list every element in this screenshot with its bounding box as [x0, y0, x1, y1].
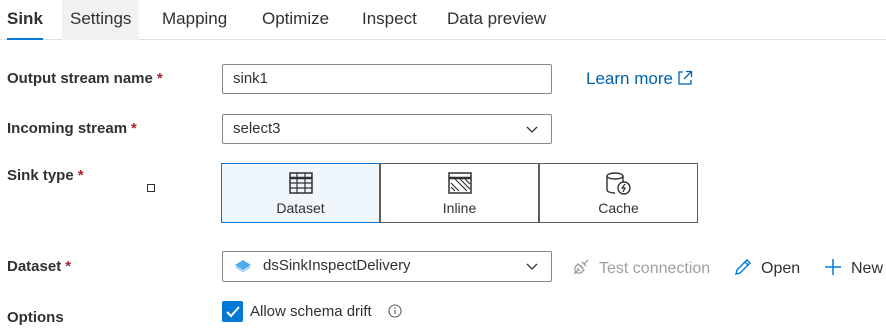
pencil-icon — [735, 259, 751, 275]
sink-type-cache-card[interactable]: Cache — [539, 163, 698, 223]
required-marker: * — [77, 167, 84, 184]
options-label: Options — [7, 309, 64, 326]
allow-schema-drift-label: Allow schema drift — [250, 303, 372, 320]
sink-type-dataset-label: Dataset — [276, 200, 325, 216]
output-stream-name-label: Output stream name * — [7, 70, 163, 87]
sink-type-dataset-card[interactable]: Dataset — [221, 163, 380, 223]
sink-type-cache-label: Cache — [598, 200, 639, 216]
output-stream-name-text: Output stream name — [7, 70, 153, 87]
info-icon[interactable] — [388, 304, 402, 318]
tab-optimize[interactable]: Optimize — [262, 0, 329, 40]
tab-inspect[interactable]: Inspect — [362, 0, 417, 40]
chevron-down-icon — [526, 263, 538, 270]
new-label: New — [851, 260, 884, 277]
learn-more-text: Learn more — [586, 69, 673, 88]
incoming-stream-label: Incoming stream * — [7, 120, 137, 137]
dataset-text: Dataset — [7, 258, 62, 275]
dataset-value: dsSinkInspectDelivery — [263, 257, 411, 274]
dataset-diamond-icon — [235, 260, 251, 272]
external-link-icon — [678, 70, 693, 85]
output-stream-name-input[interactable]: sink1 — [222, 64, 552, 94]
sink-type-selector: Dataset Inline Cache — [221, 163, 698, 223]
required-marker: * — [131, 120, 137, 137]
test-connection-label: Test connection — [599, 260, 711, 277]
tab-bar: Sink Settings Mapping Optimize Inspect D… — [0, 0, 886, 40]
plug-icon — [573, 259, 589, 275]
sink-type-inline-card[interactable]: Inline — [380, 163, 539, 223]
sink-type-label: Sink type * — [7, 167, 84, 184]
tab-sink[interactable]: Sink — [7, 0, 43, 40]
required-marker: * — [156, 70, 163, 87]
cache-icon-wrapper — [540, 172, 697, 196]
dataset-label: Dataset * — [7, 258, 71, 275]
chevron-down-icon — [526, 126, 538, 133]
sink-type-text: Sink type — [7, 167, 74, 184]
focus-square — [147, 184, 155, 192]
allow-schema-drift-checkbox[interactable] — [222, 301, 243, 322]
sink-type-inline-label: Inline — [442, 200, 477, 216]
checkmark-icon — [226, 306, 240, 318]
dataset-dropdown[interactable]: dsSinkInspectDelivery — [222, 251, 552, 282]
table-icon — [288, 172, 313, 194]
incoming-stream-dropdown[interactable]: select3 — [222, 114, 552, 144]
tab-data-preview[interactable]: Data preview — [447, 0, 546, 40]
incoming-stream-value: select3 — [233, 120, 281, 137]
inline-icon — [447, 172, 472, 194]
inline-icon-wrapper — [381, 172, 538, 196]
new-button[interactable]: New — [823, 257, 883, 278]
tab-mapping[interactable]: Mapping — [162, 0, 227, 40]
table-icon-wrapper — [222, 172, 379, 196]
cache-icon — [605, 172, 631, 195]
incoming-stream-text: Incoming stream — [7, 120, 128, 137]
open-button[interactable]: Open — [733, 257, 800, 278]
test-connection-button[interactable]: Test connection — [571, 257, 710, 278]
plus-icon — [825, 259, 841, 275]
learn-more-link[interactable]: Learn more — [586, 69, 693, 89]
tab-settings[interactable]: Settings — [62, 0, 140, 40]
open-label: Open — [761, 260, 801, 277]
required-marker: * — [65, 258, 72, 275]
